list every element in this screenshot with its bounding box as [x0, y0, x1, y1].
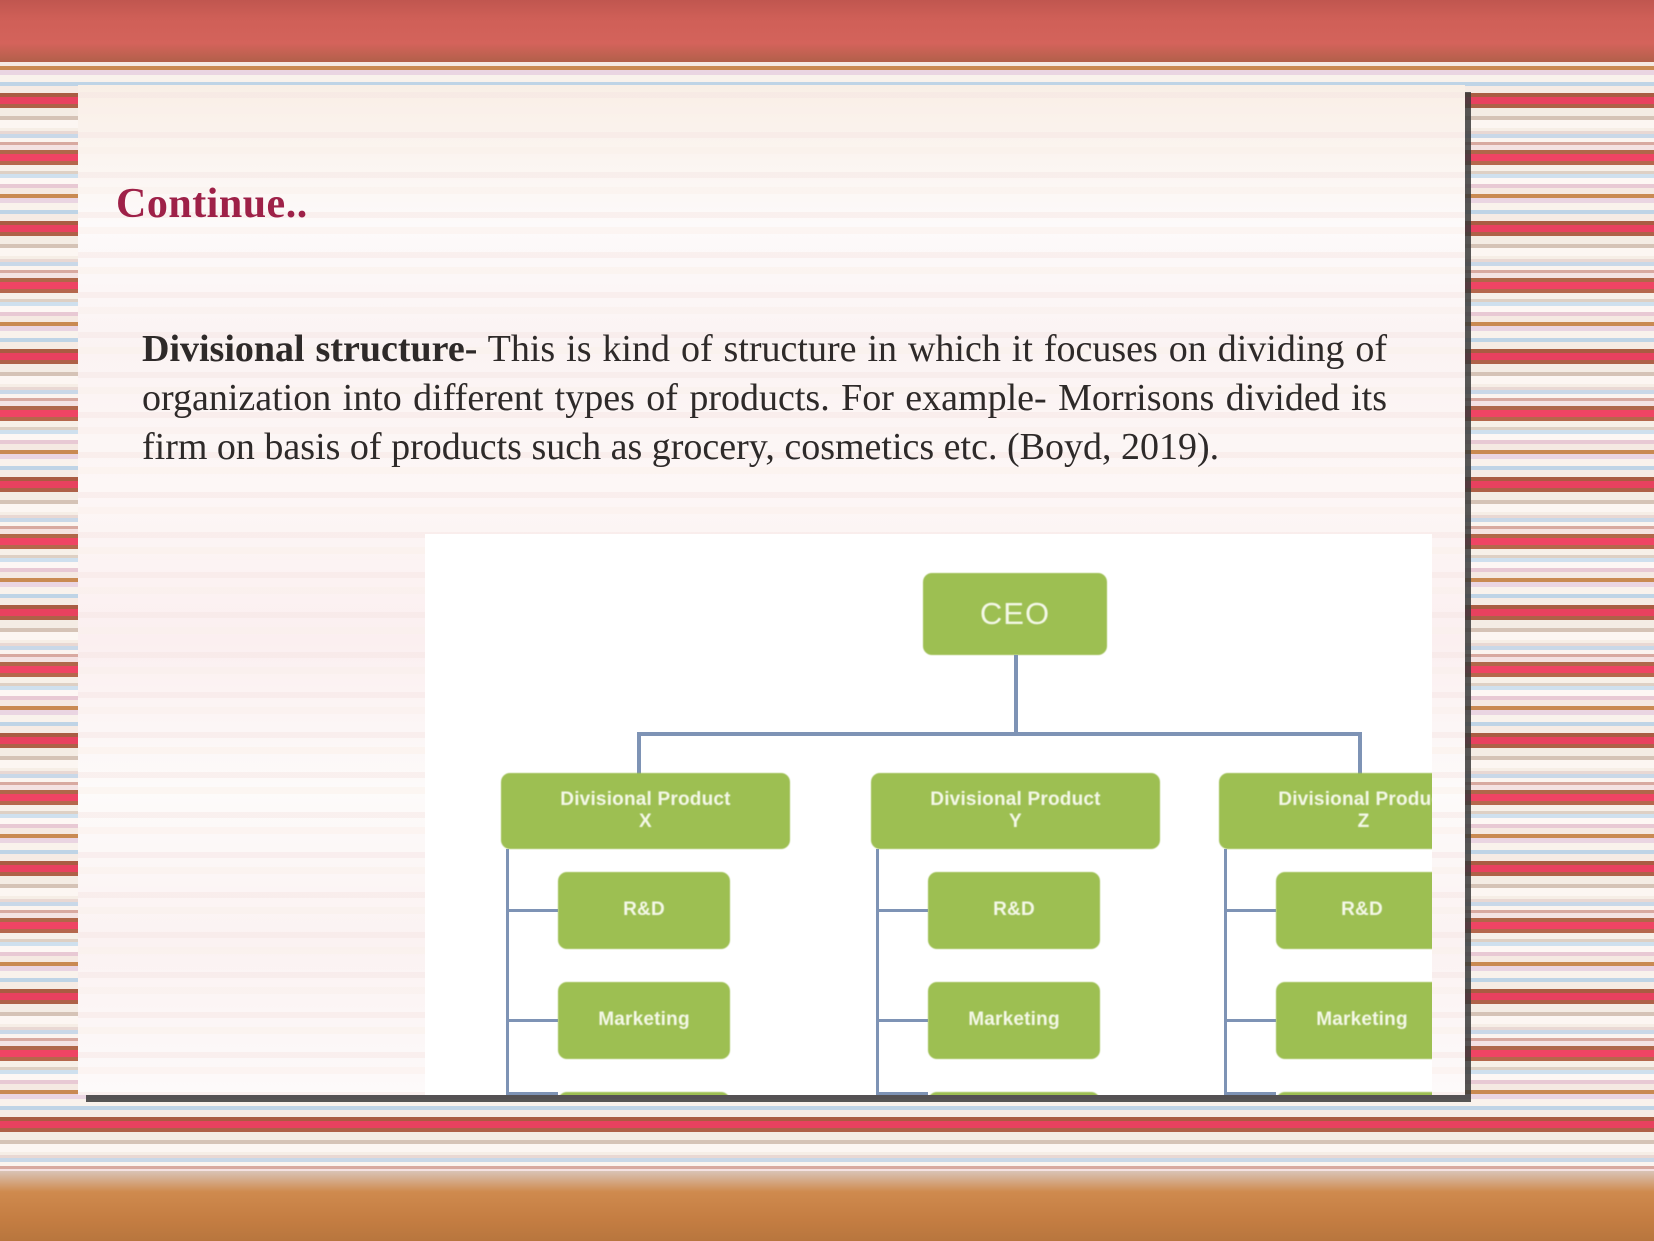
org-node-z-marketing: Marketing	[1276, 982, 1432, 1059]
paragraph-lead-term: Divisional structure-	[142, 328, 478, 370]
slide-panel: Continue.. Divisional structure- This is…	[78, 85, 1465, 1095]
decorative-bottom-band	[0, 1171, 1654, 1241]
connector-spine-division-z	[1224, 849, 1227, 1095]
decorative-top-band	[0, 0, 1654, 62]
org-node-z-finance: Finance	[1276, 1092, 1432, 1095]
connector-stub-y-finance	[876, 1092, 928, 1095]
connector-ceo-stem	[1014, 655, 1018, 734]
connector-spine-division-y	[876, 849, 879, 1095]
connector-stub-y-rd	[876, 909, 928, 912]
org-node-division-z: Divisional Product Z	[1219, 773, 1432, 849]
connector-stub-x-marketing	[506, 1019, 558, 1022]
org-node-x-rd: R&D	[558, 872, 730, 949]
org-node-division-x: Divisional Product X	[501, 773, 790, 849]
org-node-x-finance: Finance	[558, 1092, 730, 1095]
connector-stub-z-rd	[1224, 909, 1276, 912]
connector-spine-division-x	[506, 849, 509, 1095]
org-node-division-y: Divisional Product Y	[871, 773, 1160, 849]
org-node-ceo: CEO	[923, 573, 1107, 655]
org-node-x-marketing: Marketing	[558, 982, 730, 1059]
connector-drop-division-x	[637, 732, 641, 775]
org-node-division-z-label: Divisional Product Z	[1278, 788, 1432, 832]
connector-stub-z-finance	[1224, 1092, 1276, 1095]
connector-stub-z-marketing	[1224, 1019, 1276, 1022]
org-node-y-finance: Finance	[928, 1092, 1100, 1095]
org-node-z-rd: R&D	[1276, 872, 1432, 949]
org-chart-image: CEO Divisional ProductX R&D Marketing Fi…	[425, 534, 1432, 1095]
connector-stub-x-finance	[506, 1092, 558, 1095]
connector-drop-division-z	[1358, 732, 1362, 775]
connector-stub-x-rd	[506, 909, 558, 912]
org-node-y-rd: R&D	[928, 872, 1100, 949]
connector-stub-y-marketing	[876, 1019, 928, 1022]
org-node-division-x-label: Divisional Product X	[560, 788, 731, 832]
connector-ceo-bus	[637, 732, 1362, 736]
org-node-division-y-label: Divisional Product Y	[930, 788, 1101, 832]
body-paragraph: Divisional structure- This is kind of st…	[142, 325, 1387, 472]
page-title: Continue..	[116, 181, 308, 227]
org-node-y-marketing: Marketing	[928, 982, 1100, 1059]
